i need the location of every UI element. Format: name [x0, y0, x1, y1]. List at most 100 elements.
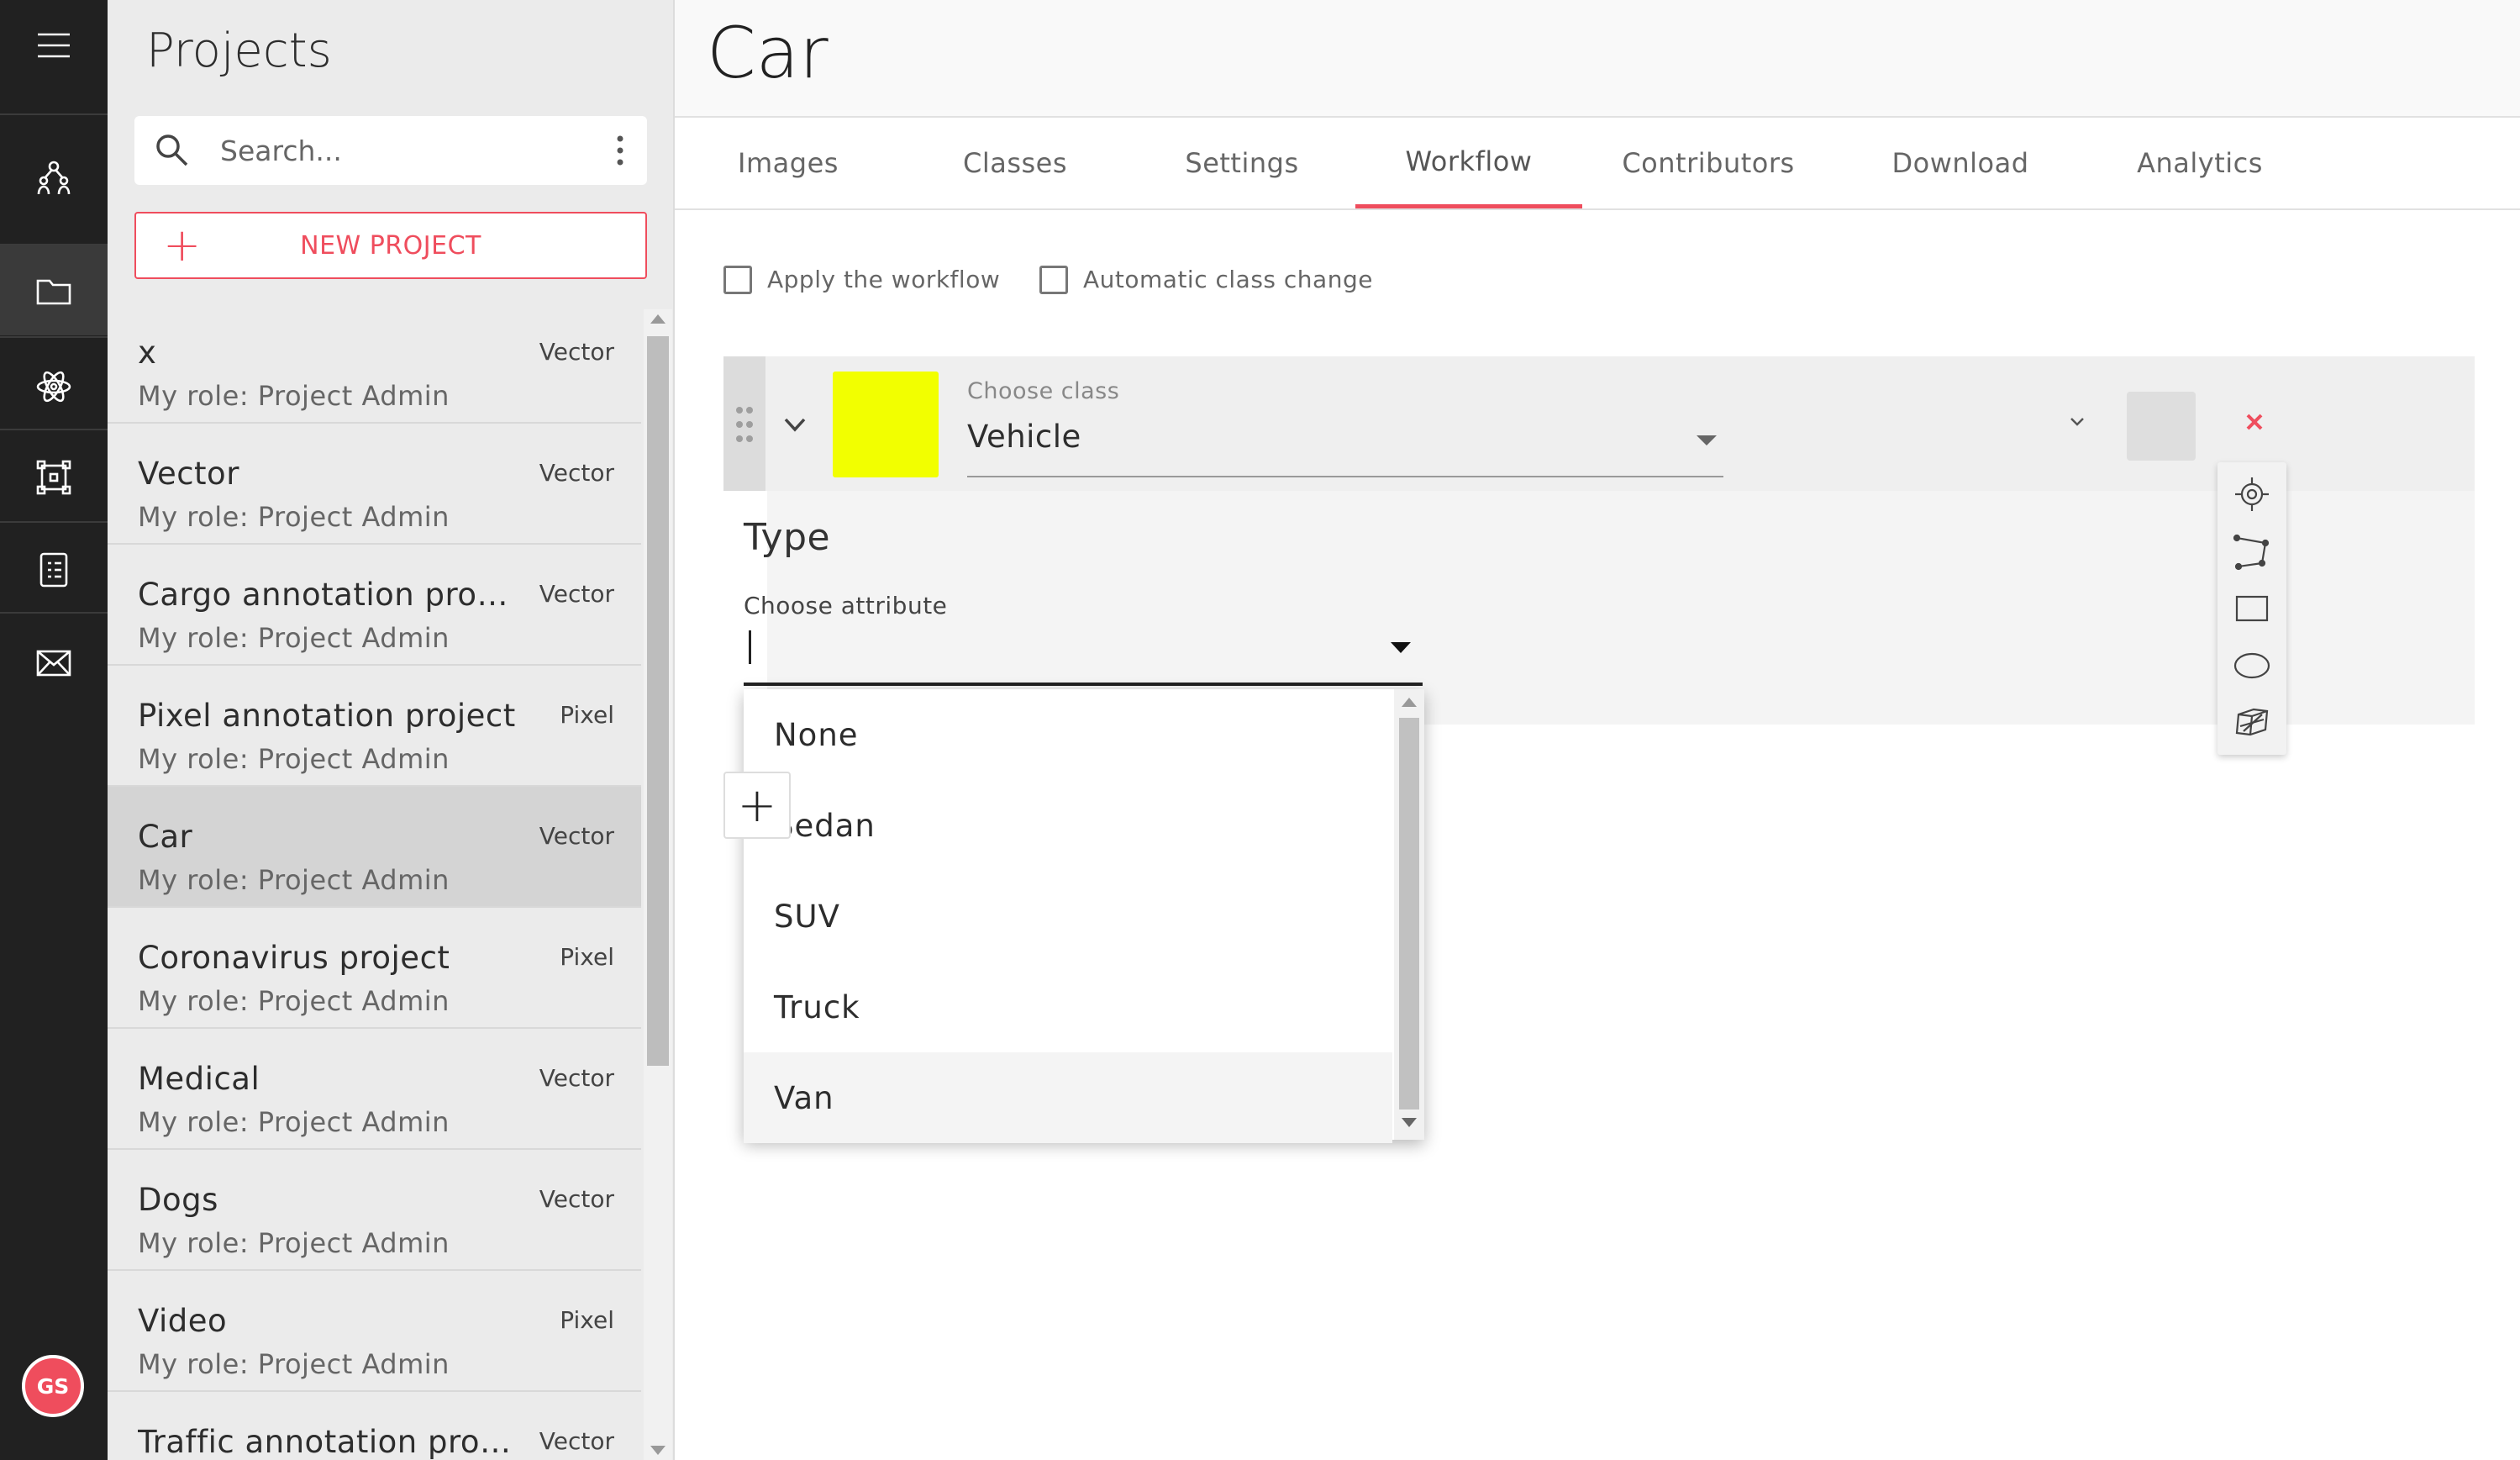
collapse-chevron-icon[interactable]	[782, 412, 808, 437]
project-role: My role: Project Admin	[138, 1106, 450, 1138]
attribute-dropdown-menu: None Sedan SUV Truck Van	[744, 689, 1424, 1143]
project-item[interactable]: Dogs Vector My role: Project Admin	[108, 1150, 641, 1271]
project-role: My role: Project Admin	[138, 864, 450, 896]
class-dropdown-arrow-icon[interactable]	[1697, 435, 1717, 445]
main-content: Car Images Classes Settings Workflow Con…	[675, 0, 2520, 1460]
tab-download[interactable]: Download	[1834, 118, 2086, 208]
project-item-selected[interactable]: Car Vector My role: Project Admin	[108, 787, 641, 908]
add-step-button[interactable]: +	[723, 772, 791, 839]
project-role: My role: Project Admin	[138, 380, 450, 412]
auto-class-change-checkbox[interactable]	[1039, 266, 1068, 294]
annotation-nav-button[interactable]	[0, 432, 108, 522]
envelope-icon	[36, 650, 71, 676]
rectangle-tool[interactable]	[2232, 588, 2272, 629]
search-input[interactable]	[218, 129, 571, 171]
new-project-button[interactable]: + NEW PROJECT	[134, 212, 647, 279]
scroll-up-arrow-icon[interactable]	[650, 314, 666, 324]
more-options-icon[interactable]	[612, 131, 629, 170]
folder-icon	[36, 279, 71, 304]
scroll-up-arrow-icon[interactable]	[1402, 698, 1417, 707]
tab-analytics[interactable]: Analytics	[2086, 118, 2313, 208]
projects-nav-button[interactable]	[0, 245, 108, 335]
polyline-icon	[2233, 534, 2270, 571]
attribute-dropdown-arrow-icon[interactable]	[1391, 642, 1411, 653]
choose-class-label: Choose class	[967, 378, 1120, 404]
point-icon	[2235, 477, 2269, 511]
attribute-option-van[interactable]: Van	[744, 1052, 1392, 1143]
project-name: Traffic annotation proj...	[138, 1424, 516, 1460]
project-list: x Vector My role: Project Admin Vector V…	[108, 303, 641, 1460]
project-type: Vector	[539, 580, 614, 608]
attribute-option-sedan[interactable]: Sedan	[744, 780, 1392, 871]
chevron-down-icon[interactable]	[2068, 412, 2086, 430]
project-role: My role: Project Admin	[138, 1227, 450, 1259]
project-type: Vector	[539, 459, 614, 487]
attribute-option-suv[interactable]: SUV	[744, 871, 1392, 962]
text-cursor	[749, 630, 751, 664]
scroll-down-arrow-icon[interactable]	[650, 1446, 666, 1455]
dropdown-scrollbar[interactable]	[1394, 689, 1424, 1140]
project-name: Car	[138, 819, 193, 855]
atom-icon	[36, 371, 71, 402]
class-select-value[interactable]: Vehicle	[967, 419, 1081, 455]
step-option-button[interactable]	[2127, 392, 2196, 461]
models-nav-button[interactable]	[0, 341, 108, 431]
project-name: Dogs	[138, 1182, 218, 1218]
class-select-underline	[967, 476, 1723, 477]
project-item[interactable]: Traffic annotation proj... Vector	[108, 1392, 641, 1460]
project-item[interactable]: Vector Vector My role: Project Admin	[108, 424, 641, 545]
project-name: x	[138, 335, 157, 371]
tab-workflow[interactable]: Workflow	[1355, 118, 1582, 208]
tab-settings[interactable]: Settings	[1128, 118, 1355, 208]
tab-images[interactable]: Images	[675, 118, 902, 208]
tab-classes[interactable]: Classes	[902, 118, 1128, 208]
user-avatar[interactable]: GS	[22, 1355, 84, 1417]
drag-handle[interactable]	[723, 356, 765, 491]
cuboid-tool[interactable]	[2232, 701, 2272, 741]
project-name: Medical	[138, 1061, 260, 1097]
bounding-box-icon	[36, 460, 71, 494]
project-type: Pixel	[560, 943, 614, 971]
polyline-tool[interactable]	[2232, 531, 2272, 572]
project-type: Pixel	[560, 1306, 614, 1334]
project-tabs: Images Classes Settings Workflow Contrib…	[675, 118, 2520, 210]
plus-icon: +	[163, 219, 202, 271]
new-project-label: NEW PROJECT	[300, 230, 481, 261]
project-item[interactable]: Coronavirus project Pixel My role: Proje…	[108, 908, 641, 1029]
attribute-group-title: Type	[744, 516, 831, 559]
tab-contributors[interactable]: Contributors	[1582, 118, 1834, 208]
close-icon[interactable]	[2238, 405, 2271, 439]
project-name: Vector	[138, 456, 239, 492]
project-role: My role: Project Admin	[138, 1348, 450, 1380]
cuboid-icon	[2235, 708, 2269, 736]
attribute-option-truck[interactable]: Truck	[744, 962, 1392, 1052]
project-type: Vector	[539, 822, 614, 850]
project-item[interactable]: Video Pixel My role: Project Admin	[108, 1271, 641, 1392]
attribute-select-input[interactable]	[744, 622, 1423, 686]
reports-nav-button[interactable]	[0, 524, 108, 614]
project-role: My role: Project Admin	[138, 743, 450, 775]
apply-workflow-checkbox[interactable]	[723, 266, 752, 294]
project-item[interactable]: x Vector My role: Project Admin	[108, 303, 641, 424]
projects-panel: Projects + NEW PROJECT x Vector My role:…	[108, 0, 675, 1460]
project-item[interactable]: Pixel annotation project Pixel My role: …	[108, 666, 641, 787]
ellipse-tool[interactable]	[2232, 646, 2272, 686]
project-item[interactable]: Medical Vector My role: Project Admin	[108, 1029, 641, 1150]
project-role: My role: Project Admin	[138, 501, 450, 533]
project-name: Pixel annotation project	[138, 698, 516, 734]
messages-nav-button[interactable]	[0, 617, 108, 707]
project-type: Vector	[539, 1427, 614, 1455]
point-tool[interactable]	[2232, 474, 2272, 514]
scroll-down-arrow-icon[interactable]	[1402, 1118, 1417, 1127]
scrollbar-thumb[interactable]	[1399, 718, 1419, 1109]
project-list-scrollbar[interactable]	[644, 309, 672, 1460]
scrollbar-thumb[interactable]	[647, 336, 669, 1066]
project-item[interactable]: Cargo annotation proj... Vector My role:…	[108, 545, 641, 666]
menu-button[interactable]	[0, 0, 108, 90]
menu-icon	[38, 33, 70, 57]
class-color-swatch[interactable]	[833, 372, 939, 477]
project-name: Coronavirus project	[138, 940, 450, 976]
page-title: Car	[707, 12, 829, 94]
attribute-option-none[interactable]: None	[744, 689, 1392, 780]
teams-nav-button[interactable]	[0, 133, 108, 223]
